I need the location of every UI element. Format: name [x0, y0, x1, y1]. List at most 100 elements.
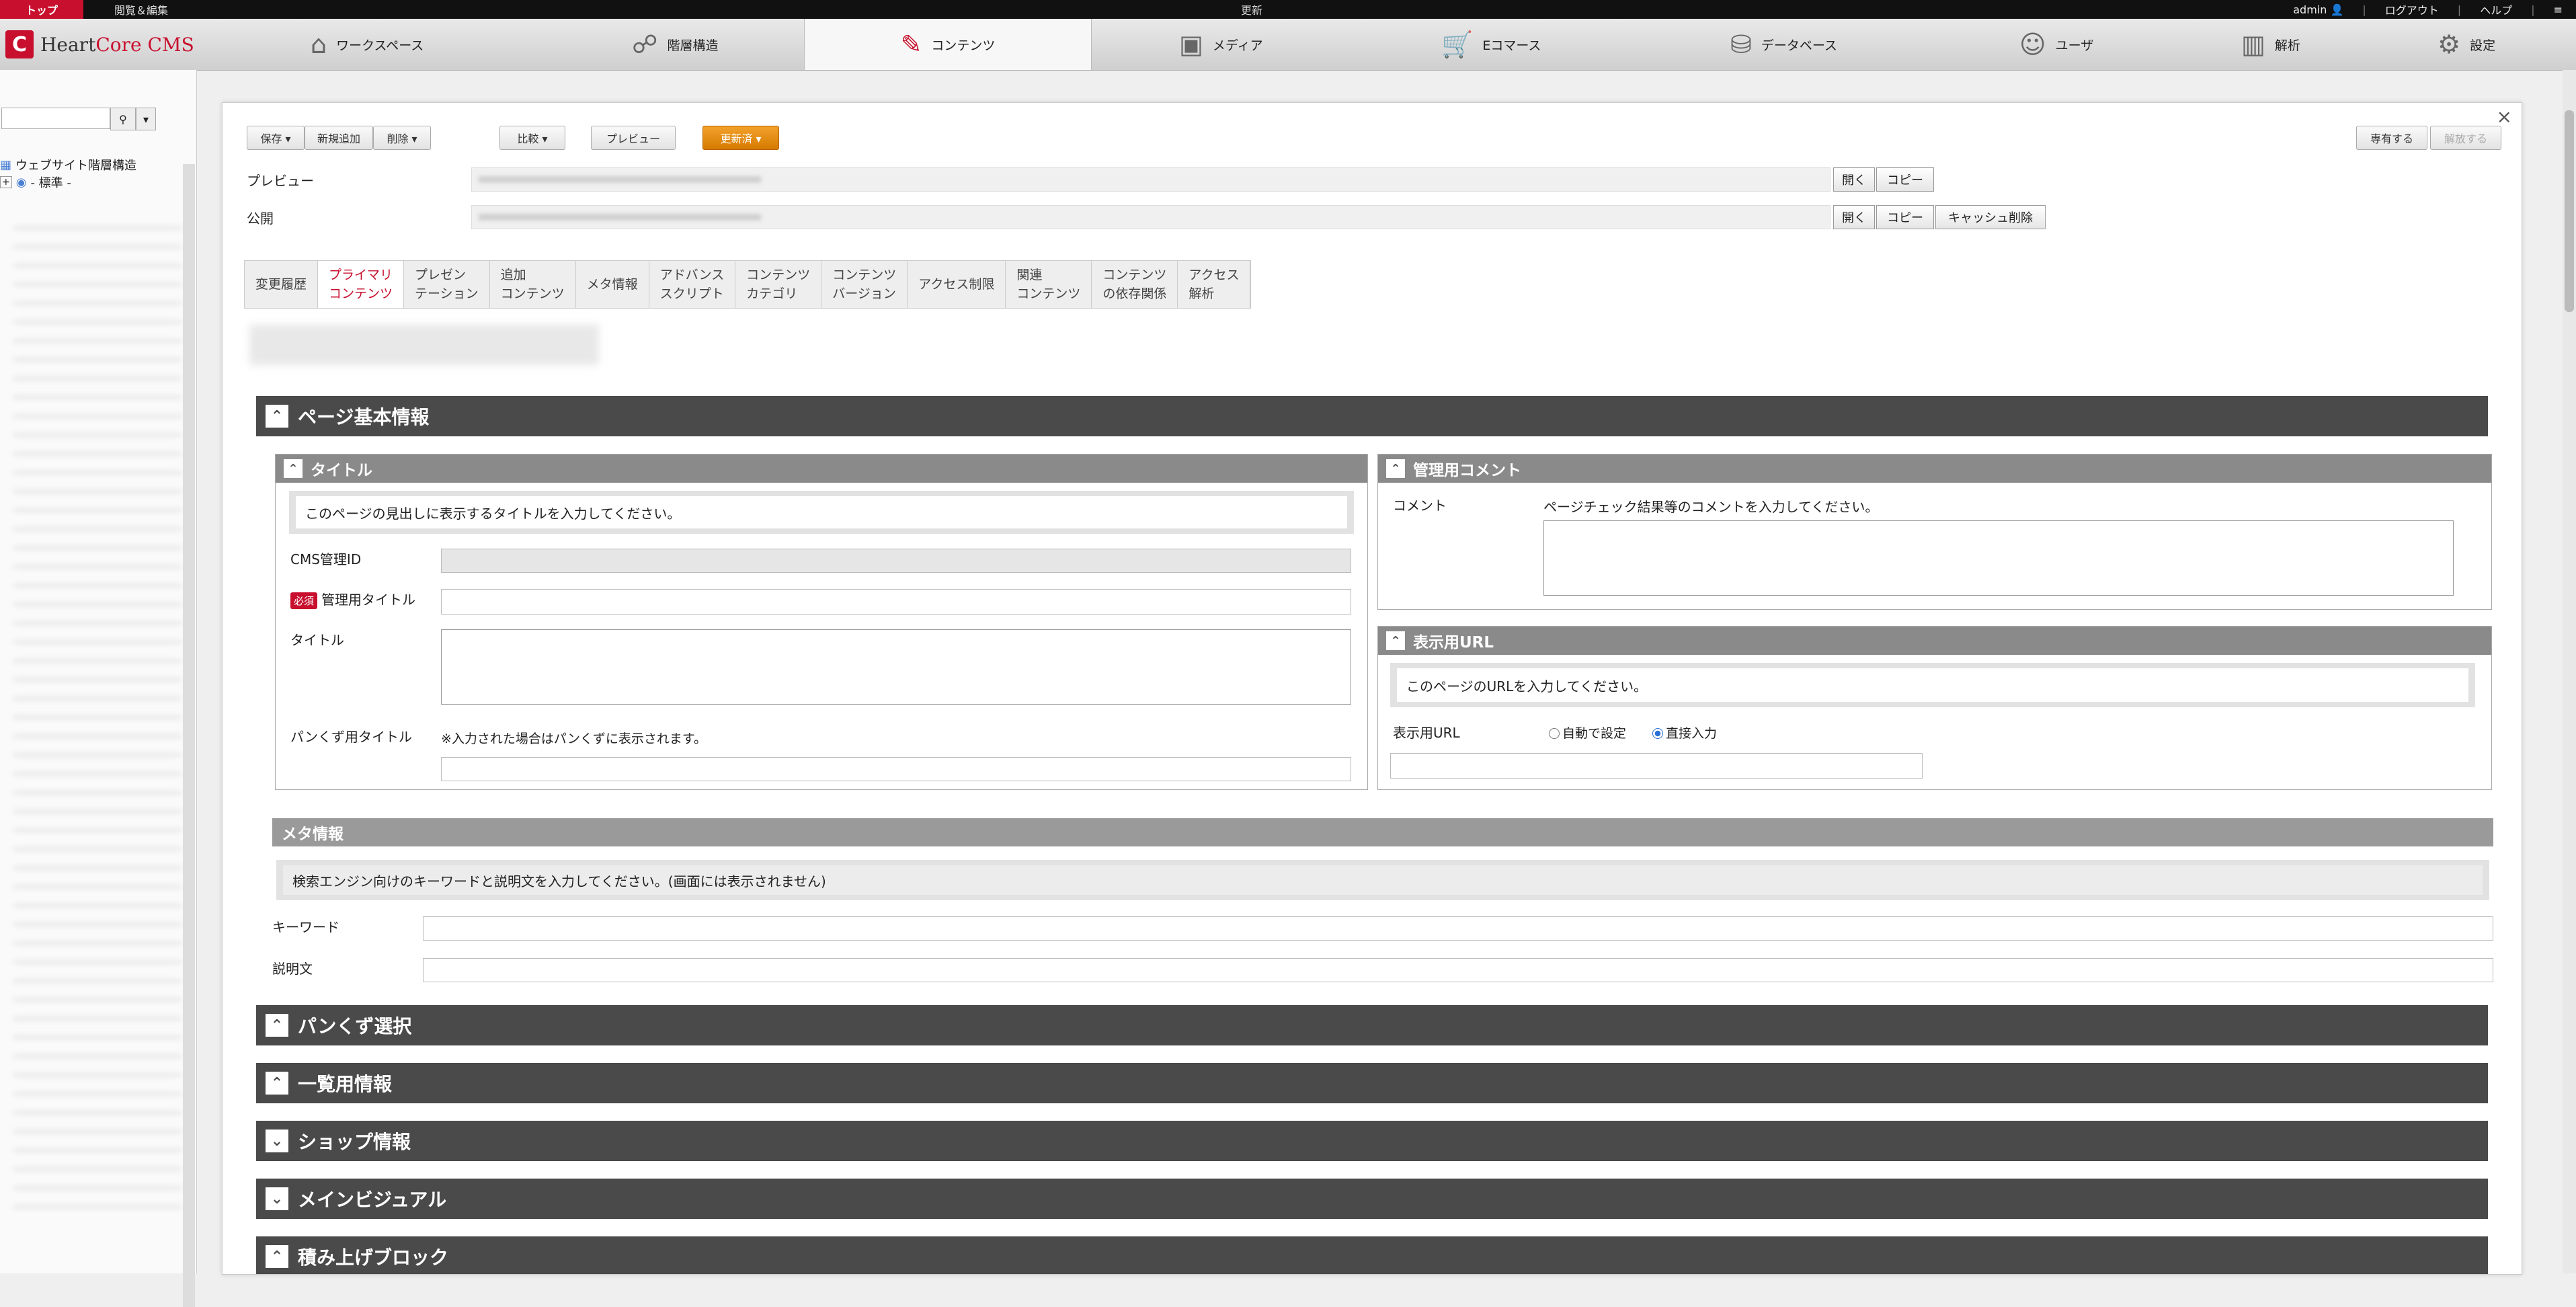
delete-button[interactable]: 削除 ▾: [373, 126, 431, 150]
display-url-header[interactable]: ⌃ 表示用URL: [1378, 627, 2491, 655]
preview-copy-button[interactable]: コピー: [1876, 167, 1934, 192]
help-link[interactable]: ヘルプ: [2480, 1, 2512, 17]
nav-analytics[interactable]: ▥ 解析: [2241, 19, 2300, 70]
tab-related-content[interactable]: 関連 コンテンツ: [1006, 261, 1092, 308]
breadcrumb-title-input[interactable]: [441, 757, 1351, 781]
section-basic-info[interactable]: ⌃ ページ基本情報: [256, 396, 2488, 436]
section-breadcrumb-select[interactable]: ⌃ パンくず選択: [256, 1005, 2488, 1045]
tab-advanced-script[interactable]: アドバンス スクリプト: [649, 261, 736, 308]
preview-open-button[interactable]: 開く: [1833, 167, 1875, 192]
collapse-icon[interactable]: ⌃: [266, 1245, 288, 1268]
nav-ecommerce[interactable]: 🛒 Eコマース: [1441, 19, 1541, 70]
comment-textarea[interactable]: [1543, 520, 2454, 596]
admin-title-input[interactable]: [441, 589, 1351, 615]
nav-database[interactable]: ⛁ データベース: [1730, 19, 1837, 70]
public-copy-button[interactable]: コピー: [1876, 205, 1934, 229]
title-textarea[interactable]: [441, 629, 1351, 705]
nav-user[interactable]: ☺ ユーザ: [2019, 19, 2093, 70]
tab-access-analytics[interactable]: アクセス 解析: [1178, 261, 1251, 308]
section-list-info[interactable]: ⌃ 一覧用情報: [256, 1063, 2488, 1103]
tab-primary-content[interactable]: プライマリ コンテンツ: [318, 261, 405, 308]
tree-child-standard[interactable]: + ◉ - 標準 -: [0, 173, 71, 191]
collapse-icon[interactable]: ⌃: [266, 1014, 288, 1037]
tab-additional-content[interactable]: 追加 コンテンツ: [490, 261, 576, 308]
section-shop-info[interactable]: ⌄ ショップ情報: [256, 1121, 2488, 1161]
keyword-input[interactable]: [423, 916, 2493, 941]
media-icon: ▣: [1179, 30, 1203, 59]
tab-presentation[interactable]: プレゼン テーション: [404, 261, 490, 308]
release-button[interactable]: 解放する: [2430, 126, 2501, 150]
status-updated-button[interactable]: 更新済 ▾: [702, 126, 779, 150]
nav-settings[interactable]: ⚙ 設定: [2438, 19, 2495, 70]
collapse-icon[interactable]: ⌃: [1386, 631, 1405, 650]
expand-icon[interactable]: ⌄: [266, 1187, 288, 1210]
editor-tabs: 変更履歴 プライマリ コンテンツ プレゼン テーション 追加 コンテンツ メタ情…: [244, 260, 1252, 309]
divider: |: [2362, 3, 2366, 16]
own-button[interactable]: 専有する: [2356, 126, 2427, 150]
title-panel: ⌃ タイトル このページの見出しに表示するタイトルを入力してください。 CMS管理…: [275, 454, 1368, 790]
public-open-button[interactable]: 開く: [1833, 205, 1875, 229]
public-url-label: 公開: [247, 210, 274, 227]
nav-hierarchy[interactable]: ☍ 階層構造: [632, 19, 719, 70]
divider: |: [2457, 3, 2462, 16]
page-scrollbar[interactable]: [2563, 70, 2576, 1273]
workspace-icon: ⌂: [311, 30, 327, 59]
logo-text: HeartCore CMS: [40, 33, 194, 56]
preview-url-field[interactable]: [471, 167, 1830, 192]
preview-button[interactable]: プレビュー: [591, 126, 676, 150]
radio-icon: [1549, 728, 1560, 739]
required-badge: 必須: [290, 592, 318, 609]
tab-history[interactable]: 変更履歴: [245, 261, 319, 308]
cache-delete-button[interactable]: キャッシュ削除: [1935, 205, 2046, 229]
display-url-hint: このページのURLを入力してください。: [1390, 663, 2475, 707]
url-auto-radio[interactable]: 自動で設定: [1549, 723, 1626, 742]
save-button[interactable]: 保存 ▾: [247, 126, 305, 150]
tab-content-category[interactable]: コンテンツ カテゴリ: [735, 261, 822, 308]
sidebar-scrollbar[interactable]: [183, 164, 195, 1307]
description-input[interactable]: [423, 958, 2493, 982]
tab-dependencies[interactable]: コンテンツ の依存関係: [1092, 261, 1178, 308]
logout-link[interactable]: ログアウト: [2385, 1, 2439, 17]
admin-user-link[interactable]: admin 👤: [2293, 3, 2343, 16]
public-url-field[interactable]: [471, 205, 1830, 229]
admin-comment-header[interactable]: ⌃ 管理用コメント: [1378, 454, 2491, 483]
nav-workspace[interactable]: ⌂ ワークスペース: [311, 19, 424, 70]
collapse-icon[interactable]: ⌃: [284, 459, 303, 478]
top-link[interactable]: トップ: [0, 0, 83, 19]
tab-content-version[interactable]: コンテンツ バージョン: [821, 261, 908, 308]
site-tree-icon: ▦: [0, 157, 12, 172]
close-icon[interactable]: ×: [2497, 106, 2512, 128]
compare-button[interactable]: 比較 ▾: [499, 126, 565, 150]
cms-id-label: CMS管理ID: [290, 551, 362, 567]
add-new-button[interactable]: 新規追加: [305, 126, 373, 150]
display-url-input[interactable]: [1390, 753, 1923, 779]
tab-access-restriction[interactable]: アクセス制限: [908, 261, 1006, 308]
nav-media[interactable]: ▣ メディア: [1179, 19, 1263, 70]
tree-root[interactable]: ▦ ウェブサイト階層構造: [0, 156, 136, 173]
collapse-icon[interactable]: ⌃: [266, 405, 288, 428]
title-panel-header[interactable]: ⌃ タイトル: [276, 454, 1367, 483]
tree-search-input[interactable]: [1, 108, 110, 129]
title-label: タイトル: [290, 632, 344, 648]
tab-meta[interactable]: メタ情報: [576, 261, 649, 308]
expand-icon[interactable]: ⌄: [266, 1130, 288, 1152]
section-stack-block[interactable]: ⌃ 積み上げブロック: [256, 1236, 2488, 1274]
user-icon: 👤: [2330, 3, 2344, 16]
logo[interactable]: C HeartCore CMS: [5, 28, 194, 61]
top-right-links: admin 👤 | ログアウト | ヘルプ | ≡: [2293, 0, 2563, 19]
preview-url-label: プレビュー: [247, 173, 314, 189]
search-icon[interactable]: ⚲: [110, 108, 136, 130]
collapse-icon[interactable]: ⌃: [1386, 459, 1405, 478]
database-icon: ⛁: [1730, 30, 1752, 59]
browse-edit-link[interactable]: 閲覧＆編集: [114, 0, 168, 19]
collapse-icon[interactable]: ⌃: [266, 1072, 288, 1095]
section-main-visual[interactable]: ⌄ メインビジュアル: [256, 1179, 2488, 1219]
search-dropdown-icon[interactable]: ▾: [136, 108, 156, 130]
nav-content[interactable]: ✎ コンテンツ: [804, 19, 1092, 70]
menu-icon[interactable]: ≡: [2554, 3, 2563, 16]
url-direct-radio[interactable]: 直接入力: [1652, 723, 1717, 742]
hierarchy-icon: ☍: [632, 30, 658, 59]
expand-plus-icon[interactable]: +: [0, 176, 12, 188]
scrollbar-thumb[interactable]: [2565, 110, 2574, 312]
meta-panel-header[interactable]: メタ情報: [272, 818, 2493, 846]
